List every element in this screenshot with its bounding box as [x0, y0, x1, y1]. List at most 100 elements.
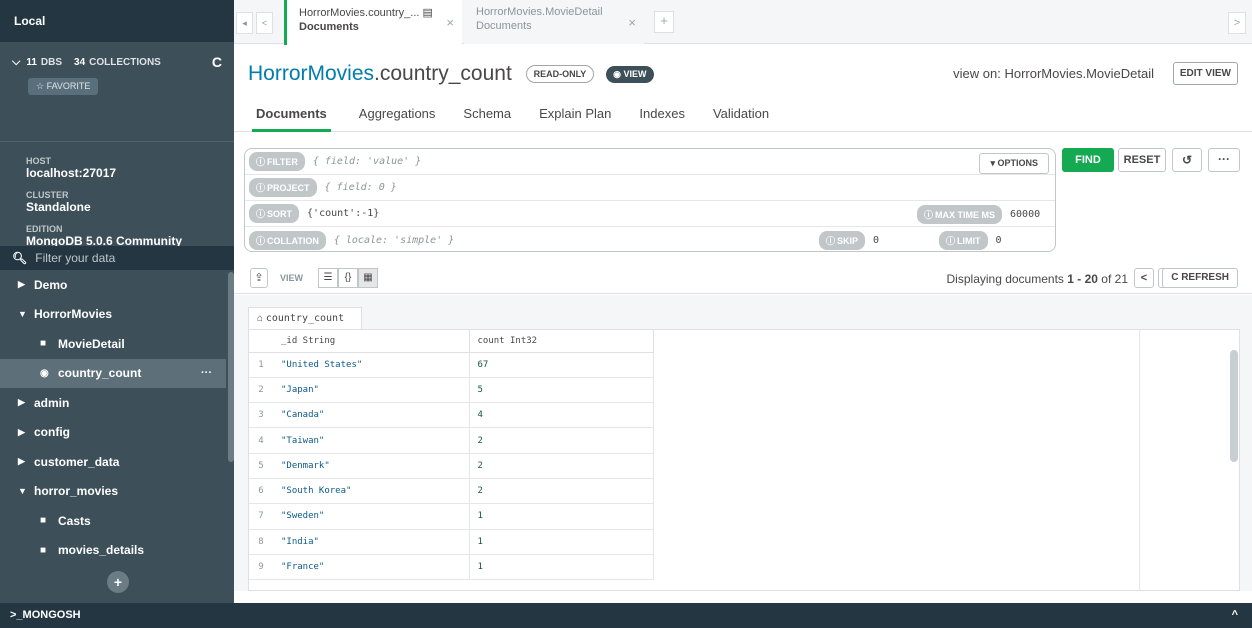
cell-id[interactable]: "Taiwan" — [273, 427, 470, 454]
list-view-icon[interactable]: ☰ — [318, 268, 338, 288]
collation-input[interactable]: { locale: 'simple' } — [334, 235, 454, 246]
grid-scrollbar[interactable] — [1230, 350, 1238, 462]
skip-input[interactable]: 0 — [873, 235, 879, 246]
edit-view-button[interactable]: EDIT VIEW — [1172, 62, 1238, 85]
export-icon[interactable]: ⇪ — [250, 268, 268, 288]
tab-scroll-right[interactable]: > — [1228, 12, 1246, 34]
empty-cell — [653, 504, 662, 529]
refresh-button[interactable]: C REFRESH — [1162, 268, 1238, 288]
new-tab-button[interactable]: + — [654, 11, 674, 33]
empty-cell — [653, 377, 662, 402]
collation-row[interactable]: COLLATION { locale: 'simple' } SKIP 0 LI… — [245, 227, 1055, 253]
project-input[interactable]: { field: 0 } — [325, 182, 397, 193]
prev-page-button[interactable]: < — [1134, 268, 1154, 288]
sort-row[interactable]: SORT {'count':-1} MAX TIME MS 60000 — [245, 201, 1055, 227]
cell-count[interactable]: 2 — [469, 453, 654, 479]
history-icon[interactable]: ↺ — [1172, 148, 1202, 172]
cell-count[interactable]: 4 — [469, 402, 654, 429]
cell-id[interactable]: "South Korea" — [273, 478, 470, 505]
cell-id[interactable]: "Canada" — [273, 402, 470, 429]
table-row[interactable]: 2 "Japan" 5 — [249, 377, 662, 404]
table-view-icon[interactable]: ▦ — [358, 268, 378, 288]
sidebar-item-label: horror_movies — [34, 484, 119, 499]
sidebar-item-config[interactable]: ▶ config — [0, 418, 226, 448]
tab-scroll-left[interactable]: < — [256, 12, 273, 34]
mongosh-bar[interactable]: >_MONGOSH ^ — [0, 603, 1252, 628]
more-options-icon[interactable]: ··· — [1208, 148, 1240, 172]
sidebar-item-admin[interactable]: ▶ admin — [0, 388, 226, 418]
json-view-icon[interactable]: {} — [338, 268, 358, 288]
tab-moviedetail[interactable]: HorrorMovies.MovieDetail Documents × — [464, 0, 644, 44]
cell-id[interactable]: "Sweden" — [273, 503, 470, 530]
table-row[interactable]: 4 "Taiwan" 2 — [249, 427, 662, 454]
cell-count[interactable]: 1 — [469, 554, 654, 581]
cell-id[interactable]: "Denmark" — [273, 453, 470, 479]
sidebar-item-country-count[interactable]: ◉ country_count ··· — [0, 358, 226, 388]
stats-row[interactable]: ⌵ 11 DBS 34 COLLECTIONS C — [12, 54, 222, 70]
caret-down-icon: ▼ — [18, 486, 27, 497]
caret-right-icon: ▶ — [18, 456, 25, 467]
view-badge-label: VIEW — [623, 68, 647, 79]
table-row[interactable]: 6 "South Korea" 2 — [249, 478, 662, 505]
cell-id[interactable]: "France" — [273, 554, 470, 581]
maxtime-input[interactable]: 60000 — [1010, 209, 1040, 220]
tab-validation[interactable]: Validation — [713, 106, 769, 132]
table-row[interactable]: 9 "France" 1 — [249, 554, 662, 581]
close-icon[interactable]: × — [446, 15, 454, 30]
cell-count[interactable]: 2 — [469, 427, 654, 454]
sidebar-filter[interactable]: 🔍︎ Filter your data — [0, 246, 234, 270]
filter-row[interactable]: FILTER { field: 'value' } ▾ OPTIONS — [245, 149, 1055, 175]
sidebar-item-horrormovies[interactable]: ▼ HorrorMovies — [0, 300, 226, 330]
find-button[interactable]: FIND — [1062, 148, 1114, 172]
empty-cell — [653, 453, 662, 478]
column-header-id[interactable]: _id String — [273, 330, 470, 353]
caret-right-icon: ▶ — [18, 279, 25, 290]
table-row[interactable]: 3 "Canada" 4 — [249, 402, 662, 429]
table-row[interactable]: 7 "Sweden" 1 — [249, 503, 662, 530]
tab-documents[interactable]: Documents — [252, 106, 331, 132]
caret-left-icon[interactable]: ◂ — [236, 12, 253, 34]
tab-country-count[interactable]: HorrorMovies.country_... ▤ Documents × — [284, 0, 462, 45]
cell-count[interactable]: 1 — [469, 529, 654, 555]
chevron-up-icon[interactable]: ^ — [1232, 609, 1238, 621]
add-database-button[interactable]: + — [107, 571, 129, 593]
cell-count[interactable]: 5 — [469, 377, 654, 404]
cell-id[interactable]: "Japan" — [273, 377, 470, 404]
filter-input[interactable]: { field: 'value' } — [313, 156, 421, 167]
table-row[interactable]: 1 "United States" 67 — [249, 352, 662, 378]
options-button[interactable]: ▾ OPTIONS — [979, 153, 1049, 174]
db-name[interactable]: HorrorMovies — [248, 62, 374, 85]
sidebar-item-horror-movies[interactable]: ▼ horror_movies — [0, 477, 226, 507]
cell-count[interactable]: 67 — [469, 352, 654, 378]
sidebar-item-label: movies_details — [58, 543, 145, 558]
sidebar-item-casts[interactable]: ■ Casts — [0, 506, 226, 536]
column-header-count[interactable]: count Int32 — [469, 330, 654, 353]
reset-button[interactable]: RESET — [1118, 148, 1166, 172]
chevron-down-icon[interactable]: ⌵ — [12, 56, 20, 69]
table-row[interactable]: 8 "India" 1 — [249, 529, 662, 555]
sidebar-item-movies-details[interactable]: ■ movies_details — [0, 536, 226, 566]
favorite-button[interactable]: ☆ FAVORITE — [28, 78, 99, 95]
tab-indexes[interactable]: Indexes — [639, 106, 685, 132]
document-grid: _id String count Int32 1 "United States" 6… — [248, 329, 1240, 591]
cell-count[interactable]: 2 — [469, 478, 654, 505]
sidebar-item-moviedetail[interactable]: ■ MovieDetail — [0, 329, 226, 359]
refresh-icon[interactable]: C — [212, 54, 222, 70]
more-options-icon[interactable]: ··· — [201, 367, 212, 379]
cell-id[interactable]: "India" — [273, 529, 470, 555]
view-label: VIEW — [280, 273, 304, 283]
close-icon[interactable]: × — [628, 15, 636, 30]
project-row[interactable]: PROJECT { field: 0 } — [245, 175, 1055, 201]
limit-input[interactable]: 0 — [996, 235, 1002, 246]
cell-count[interactable]: 1 — [469, 503, 654, 530]
table-row[interactable]: 5 "Denmark" 2 — [249, 453, 662, 479]
sidebar-item-customer-data[interactable]: ▶ customer_data — [0, 447, 226, 477]
grid-tab[interactable]: ⌂ country_count — [248, 307, 362, 329]
tab-aggregations[interactable]: Aggregations — [359, 106, 436, 132]
sort-input[interactable]: {'count':-1} — [307, 208, 379, 219]
cell-id[interactable]: "United States" — [273, 352, 470, 378]
tab-explain-plan[interactable]: Explain Plan — [539, 106, 611, 132]
filter-input[interactable]: Filter your data — [35, 251, 115, 265]
sidebar-item-demo[interactable]: ▶ Demo — [0, 270, 226, 300]
tab-schema[interactable]: Schema — [463, 106, 511, 132]
